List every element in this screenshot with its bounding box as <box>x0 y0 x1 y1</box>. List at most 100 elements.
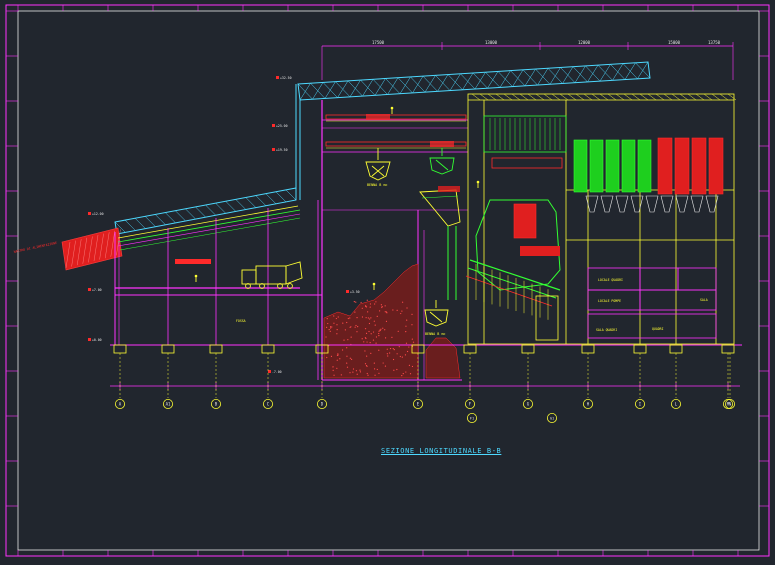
pile-texture <box>336 333 338 335</box>
pile-texture <box>356 331 358 333</box>
filter-module <box>637 139 652 193</box>
truss-web <box>299 83 311 101</box>
elevation-mark <box>88 338 91 341</box>
pile-texture <box>405 330 407 333</box>
pile-texture <box>336 359 338 361</box>
pile-texture <box>401 301 404 303</box>
pile-texture <box>389 352 391 354</box>
pile-texture <box>411 324 413 326</box>
truss-web <box>495 93 505 101</box>
truss-web <box>399 76 411 94</box>
pile-texture <box>375 342 377 344</box>
truss-web <box>285 189 297 201</box>
dim-top-2: 13000 <box>485 40 498 45</box>
truss-web <box>551 93 561 101</box>
truss-web <box>275 191 287 203</box>
pile-texture <box>406 319 408 321</box>
pile-texture <box>389 347 392 350</box>
pile-texture <box>381 306 383 309</box>
truss-web <box>663 93 673 101</box>
pile-texture <box>370 317 372 319</box>
truss-web <box>155 214 166 225</box>
pile-texture <box>379 329 381 331</box>
truss-web <box>599 93 609 101</box>
footing <box>209 344 223 354</box>
truss-web <box>437 74 449 92</box>
pile-texture <box>359 369 361 371</box>
truss-web <box>524 68 536 86</box>
pile-texture <box>374 324 376 326</box>
drawing-title: SEZIONE LONGITUDINALE B-B <box>381 447 502 455</box>
pile-texture <box>357 326 359 328</box>
pile-texture <box>391 336 393 338</box>
filter-module <box>589 139 604 193</box>
truss-web <box>185 208 196 220</box>
pile-texture <box>337 354 339 356</box>
pile-texture <box>392 348 394 350</box>
pile-texture <box>402 372 404 375</box>
pile-texture <box>364 363 367 365</box>
grid-label: H <box>587 402 590 407</box>
pile-texture <box>399 355 401 358</box>
person-icon <box>372 282 376 286</box>
pile-texture <box>367 311 369 313</box>
pile-texture <box>405 371 407 373</box>
pile-texture <box>408 346 410 348</box>
pile-texture <box>327 322 329 325</box>
elevation-mark <box>88 212 91 215</box>
pile-texture <box>366 341 368 343</box>
pile-texture <box>396 353 398 355</box>
truss-web <box>144 216 156 227</box>
grid-axes: A A1 B C D E F G H I L M NF1 G1 <box>115 353 736 423</box>
pile-texture <box>412 341 415 343</box>
truss-web <box>587 65 599 83</box>
pile-texture <box>331 326 333 328</box>
reactor-module <box>708 137 724 195</box>
truss-web <box>487 93 497 101</box>
truss-web <box>527 93 537 101</box>
room-label-c: LOCALE QUADRI <box>598 278 623 282</box>
elevation-label: +0.00 <box>92 338 102 342</box>
pile-texture <box>368 330 370 333</box>
pile-texture <box>397 330 399 332</box>
footing <box>113 344 127 354</box>
truss-web <box>559 93 569 101</box>
crane-girders <box>325 114 467 149</box>
pile-texture <box>365 317 367 319</box>
truss-web <box>255 195 267 206</box>
pile-texture <box>340 374 342 376</box>
pile-texture <box>361 307 363 309</box>
cad-viewport[interactable]: 17500 13000 12000 15000 13750 NASTRO DI … <box>0 0 775 561</box>
grid-label: E <box>417 402 420 407</box>
truss-web <box>337 80 349 98</box>
flue-gas-modules <box>573 137 724 213</box>
truss-web <box>424 75 436 93</box>
truck-icon <box>241 261 303 289</box>
pile-texture <box>378 330 380 332</box>
ash-hopper <box>660 195 674 213</box>
grid-label: F1 <box>470 417 474 421</box>
truss-web <box>575 93 585 101</box>
pile-texture <box>411 365 414 368</box>
footing <box>669 344 683 354</box>
pile-texture <box>372 331 375 333</box>
truss-web <box>543 93 553 101</box>
pile-texture <box>401 356 403 358</box>
dim-top-1: 17500 <box>372 40 385 45</box>
pile-texture <box>355 324 357 327</box>
pile-texture <box>349 357 351 359</box>
reactor-module <box>674 137 690 195</box>
pile-texture <box>354 311 356 313</box>
truss-web <box>639 93 649 101</box>
sheet-inner-border <box>17 10 760 551</box>
pile-texture <box>373 368 376 370</box>
truss-web <box>312 82 324 100</box>
pile-texture <box>325 336 327 338</box>
pile-texture <box>363 341 365 343</box>
truss-web <box>607 93 617 101</box>
pile-texture <box>365 305 367 308</box>
pile-texture <box>373 320 375 322</box>
truss-web <box>703 93 713 101</box>
truss-web <box>671 93 681 101</box>
pile-texture <box>384 305 386 307</box>
